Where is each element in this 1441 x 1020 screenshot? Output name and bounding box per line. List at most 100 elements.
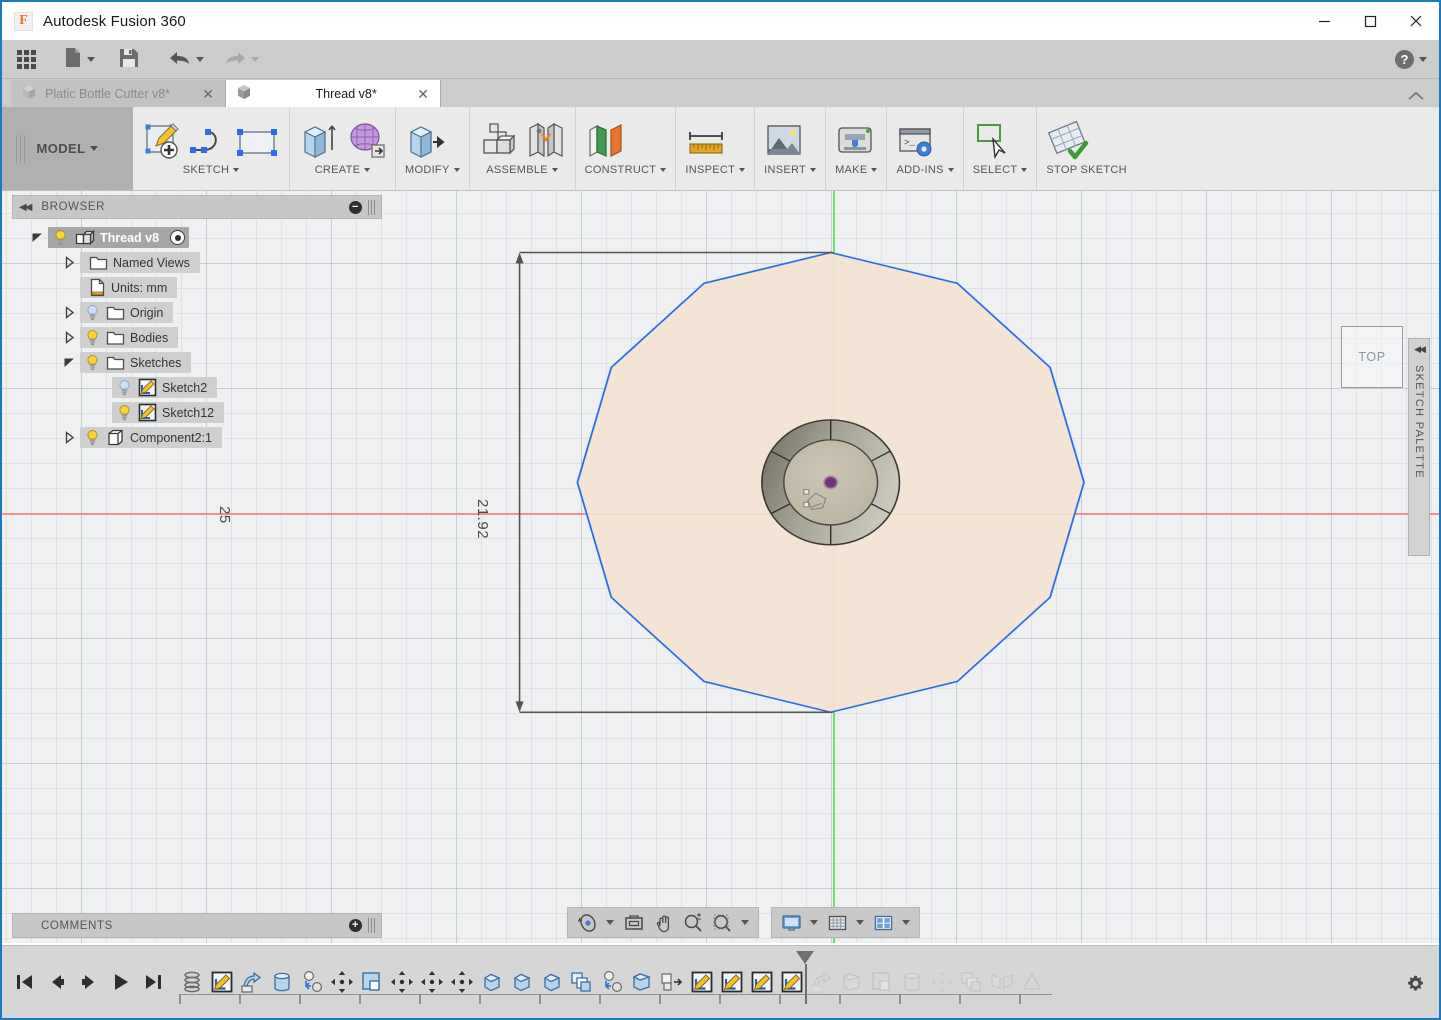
- timeline-feature[interactable]: [659, 970, 684, 995]
- browser-tree-row[interactable]: Origin: [12, 300, 382, 325]
- timeline-feature[interactable]: [539, 970, 564, 995]
- timeline-feature[interactable]: [1019, 970, 1044, 995]
- create-form-button[interactable]: [346, 120, 386, 160]
- sketch-palette-panel[interactable]: ◀◀ SKETCH PALETTE: [1408, 338, 1430, 556]
- browser-item-sketch2[interactable]: Sketch2: [112, 377, 217, 398]
- browser-item-named-views[interactable]: Named Views: [80, 252, 200, 273]
- new-component-button[interactable]: [479, 120, 519, 160]
- comments-panel[interactable]: COMMENTS +: [12, 913, 382, 938]
- 3d-print-button[interactable]: [835, 122, 875, 160]
- double-left-chevron-icon[interactable]: ◀◀: [19, 202, 30, 213]
- chevron-down-icon[interactable]: [739, 168, 745, 172]
- chevron-down-icon[interactable]: [1021, 168, 1027, 172]
- timeline-feature[interactable]: [779, 970, 804, 995]
- offset-plane-button[interactable]: [585, 120, 627, 160]
- undo-chevron-down-icon[interactable]: [196, 57, 204, 62]
- chevron-down-icon[interactable]: [810, 168, 816, 172]
- workspace-chevron-down-icon[interactable]: [90, 146, 98, 151]
- undo-button[interactable]: [162, 40, 211, 79]
- chevron-down-icon[interactable]: [871, 168, 877, 172]
- lightbulb-icon[interactable]: [116, 404, 133, 421]
- timeline-settings-button[interactable]: [1406, 974, 1425, 996]
- chevron-down-icon[interactable]: [856, 920, 864, 925]
- timeline-feature[interactable]: [629, 970, 654, 995]
- viewports-button[interactable]: [870, 911, 913, 935]
- timeline-feature[interactable]: [869, 970, 894, 995]
- lightbulb-icon[interactable]: [84, 329, 101, 346]
- extrude-button[interactable]: [299, 118, 339, 160]
- double-left-chevron-icon[interactable]: ◀◀: [1414, 344, 1424, 355]
- step-forward-button[interactable]: [80, 973, 99, 992]
- browser-tree-row[interactable]: Named Views: [12, 250, 382, 275]
- browser-tree-row[interactable]: Sketch2: [12, 375, 382, 400]
- timeline-track[interactable]: [179, 960, 1044, 1004]
- timeline-feature[interactable]: [359, 970, 384, 995]
- timeline-feature[interactable]: [299, 970, 324, 995]
- sketch-rectangle-button[interactable]: [236, 126, 280, 160]
- expander-collapsed-icon[interactable]: [58, 306, 80, 319]
- close-icon[interactable]: ✕: [199, 87, 217, 101]
- play-button[interactable]: [112, 973, 131, 992]
- app-grid-button[interactable]: [10, 40, 43, 79]
- ribbon-group-label[interactable]: ASSEMBLE: [479, 164, 566, 176]
- dimension-value-25[interactable]: 25: [216, 506, 233, 524]
- lightbulb-icon[interactable]: [52, 229, 69, 246]
- fit-button[interactable]: [709, 911, 752, 935]
- insert-image-button[interactable]: [764, 122, 804, 160]
- timeline-feature[interactable]: [479, 970, 504, 995]
- timeline-feature[interactable]: [239, 970, 264, 995]
- panel-resize-grip[interactable]: [368, 200, 375, 215]
- browser-item-units-mm[interactable]: Units: mm: [80, 277, 177, 298]
- maximize-button[interactable]: [1347, 2, 1393, 40]
- stop-sketch-button[interactable]: [1046, 120, 1090, 160]
- browser-item-origin[interactable]: Origin: [80, 302, 173, 323]
- timeline-marker[interactable]: [796, 951, 814, 964]
- document-tab-active[interactable]: Thread v8* ✕: [226, 80, 441, 107]
- timeline-feature[interactable]: [449, 970, 474, 995]
- chevron-down-icon[interactable]: [741, 920, 749, 925]
- measure-button[interactable]: [685, 124, 727, 160]
- help-menu[interactable]: ?: [1395, 40, 1427, 79]
- chevron-down-icon[interactable]: [902, 920, 910, 925]
- select-button[interactable]: [973, 120, 1013, 160]
- browser-tree-row[interactable]: Bodies: [12, 325, 382, 350]
- browser-item-thread-v8[interactable]: Thread v8: [48, 227, 189, 248]
- go-to-end-button[interactable]: [144, 973, 163, 992]
- go-to-beginning-button[interactable]: [16, 973, 35, 992]
- chevron-down-icon[interactable]: [454, 168, 460, 172]
- step-back-button[interactable]: [48, 973, 67, 992]
- grid-snaps-button[interactable]: [824, 911, 867, 935]
- ribbon-group-label[interactable]: SELECT: [973, 164, 1028, 176]
- panel-resize-grip[interactable]: [368, 918, 375, 933]
- timeline-feature[interactable]: [179, 970, 204, 995]
- scripts-addins-button[interactable]: >_: [896, 124, 936, 160]
- timeline-feature[interactable]: [959, 970, 984, 995]
- ribbon-group-label[interactable]: STOP SKETCH: [1046, 164, 1127, 176]
- ribbon-group-label[interactable]: SKETCH: [142, 164, 280, 176]
- ribbon-group-label[interactable]: MAKE: [835, 164, 877, 176]
- browser-tree-row[interactable]: Sketch12: [12, 400, 382, 425]
- press-pull-button[interactable]: [405, 120, 447, 160]
- document-tab-inactive[interactable]: Platic Bottle Cutter v8* ✕: [11, 80, 226, 107]
- timeline-feature[interactable]: [929, 970, 954, 995]
- new-file-button[interactable]: [57, 40, 102, 79]
- chevron-down-icon[interactable]: [606, 920, 614, 925]
- orbit-button[interactable]: [574, 911, 617, 935]
- timeline-feature[interactable]: [389, 970, 414, 995]
- minimize-button[interactable]: [1301, 2, 1347, 40]
- lightbulb-icon[interactable]: [116, 379, 133, 396]
- sketch-spline-button[interactable]: [189, 124, 229, 160]
- joint-button[interactable]: [526, 120, 566, 160]
- lightbulb-icon[interactable]: [84, 354, 101, 371]
- timeline-feature[interactable]: [269, 970, 294, 995]
- browser-item-component2-1[interactable]: Component2:1: [80, 427, 222, 448]
- timeline-feature[interactable]: [749, 970, 774, 995]
- close-button[interactable]: [1393, 2, 1439, 40]
- redo-chevron-down-icon[interactable]: [251, 57, 259, 62]
- browser-tree-row[interactable]: Thread v8: [12, 225, 382, 250]
- plus-circle-icon[interactable]: +: [349, 919, 362, 932]
- browser-item-bodies[interactable]: Bodies: [80, 327, 178, 348]
- chevron-down-icon[interactable]: [660, 168, 666, 172]
- browser-item-sketches[interactable]: Sketches: [80, 352, 191, 373]
- ribbon-group-label[interactable]: MODIFY: [405, 164, 460, 176]
